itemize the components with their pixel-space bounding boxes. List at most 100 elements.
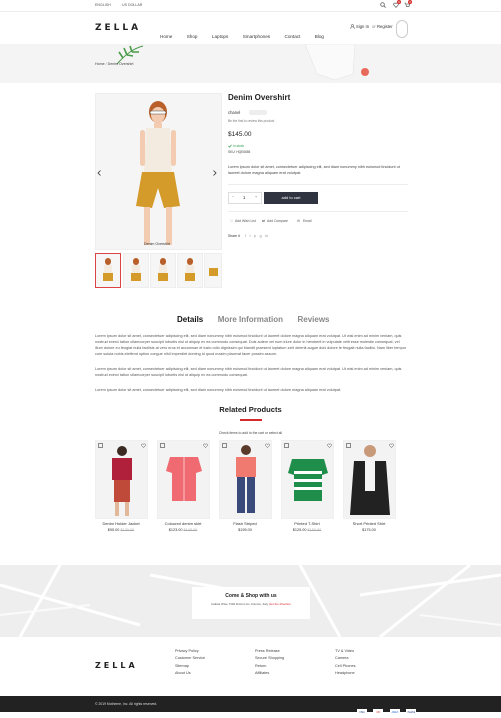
quantity-decrease[interactable]: −	[232, 195, 234, 199]
nav-item-laptops[interactable]: Laptops	[212, 34, 228, 39]
product-brand[interactable]: chanel	[228, 110, 240, 115]
check-items-text: Check items to add to the cart or select…	[0, 431, 501, 435]
main-header: ZELLA Home Shop Laptops Smartphones Cont…	[0, 11, 501, 44]
heart-icon[interactable]	[265, 443, 270, 448]
product-card-image-1[interactable]	[95, 440, 148, 519]
heart-icon[interactable]: ♡	[230, 219, 233, 223]
thumbnail-5[interactable]	[204, 253, 222, 288]
product-price: $145.00	[228, 131, 252, 138]
heart-icon[interactable]	[141, 443, 146, 448]
wishlist-count-badge: 0	[397, 0, 401, 4]
map-info-card: Come & Shop with us Calista Wise 7292 Di…	[192, 587, 310, 619]
footer-link[interactable]: About Us	[175, 671, 205, 675]
product-card-image-2[interactable]	[157, 440, 210, 519]
nav-item-contact[interactable]: Contact	[285, 34, 301, 39]
product-price: $195.00	[238, 528, 252, 532]
product-price: $175.00	[362, 528, 376, 532]
footer-link[interactable]: TV & Video	[335, 649, 355, 653]
thumbnail-4[interactable]	[177, 253, 203, 288]
product-price: $95.00	[107, 528, 120, 532]
product-name[interactable]: Flash Striped	[219, 521, 271, 526]
amex-icon: AMEX	[389, 709, 400, 716]
heart-icon[interactable]	[327, 443, 332, 448]
thumbnail-3[interactable]	[150, 253, 176, 288]
footer-link[interactable]: Secure Shopping	[255, 656, 284, 660]
add-compare-link[interactable]: Add Compare	[267, 219, 288, 223]
product-select-checkbox[interactable]	[346, 443, 351, 448]
footer-link[interactable]: Affiliates	[255, 671, 284, 675]
email-link[interactable]: Email	[303, 219, 311, 223]
footer-link[interactable]: Privacy Policy	[175, 649, 205, 653]
linkedin-icon[interactable]: in	[265, 233, 268, 238]
footer-link[interactable]: Press Release	[255, 649, 284, 653]
pinterest-icon[interactable]: p	[254, 233, 256, 238]
heart-icon[interactable]	[203, 443, 208, 448]
product-name[interactable]: Short Printed Shirt	[343, 521, 395, 526]
signin-link[interactable]: Sign In	[356, 24, 369, 29]
store-map[interactable]: Come & Shop with us Calista Wise 7292 Di…	[0, 565, 501, 637]
logo[interactable]: ZELLA	[95, 23, 141, 33]
product-main-image[interactable]: Denim Overshirt	[95, 93, 222, 250]
register-link[interactable]: Register	[377, 24, 393, 29]
product-sku: SKU: HQE6655	[228, 150, 251, 154]
quantity-increase[interactable]: +	[255, 195, 257, 199]
twitter-icon[interactable]: t	[249, 233, 250, 238]
add-to-cart-button[interactable]: add to cart	[264, 192, 318, 204]
product-name[interactable]: Printed T-Shirt	[281, 521, 333, 526]
chevron-left-icon[interactable]	[97, 170, 102, 176]
breadcrumb-home[interactable]: Home	[95, 62, 105, 66]
footer-logo[interactable]: ZELLA	[95, 661, 138, 670]
email-icon[interactable]: ✉	[297, 219, 300, 223]
map-card-title: Come & Shop with us	[225, 593, 277, 599]
footer-link[interactable]: Headphone	[335, 671, 355, 675]
tab-more-information[interactable]: More Information	[218, 315, 283, 324]
product-select-checkbox[interactable]	[160, 443, 165, 448]
product-title: Denim Overshirt	[228, 93, 291, 102]
product-card-image-4[interactable]	[281, 440, 334, 519]
thumbnail-1[interactable]	[95, 253, 121, 288]
nav-item-blog[interactable]: Blog	[315, 34, 324, 39]
product-price: $125.00	[292, 528, 307, 532]
product-name[interactable]: Denim Holder Jacket	[95, 521, 147, 526]
details-paragraph-2: Lorem ipsum dolor sit amet, consectetuer…	[95, 367, 402, 377]
review-prompt[interactable]: Be the first to review this product	[228, 119, 274, 123]
product-select-checkbox[interactable]	[98, 443, 103, 448]
footer-link[interactable]: Sitemap	[175, 664, 205, 668]
chevron-right-icon[interactable]	[212, 170, 217, 176]
google-plus-icon[interactable]: g	[260, 233, 262, 238]
facebook-icon[interactable]: f	[245, 233, 246, 238]
tab-details[interactable]: Details	[177, 315, 203, 324]
paypal-icon: PayPal	[406, 709, 417, 716]
quantity-value[interactable]: 1	[243, 195, 245, 200]
check-icon	[228, 144, 232, 148]
details-paragraph-1: Lorem ipsum dolor sit amet, consectetuer…	[95, 334, 407, 356]
heart-icon[interactable]	[389, 443, 394, 448]
user-icon	[350, 24, 355, 29]
tab-reviews[interactable]: Reviews	[297, 315, 329, 324]
search-icon[interactable]	[380, 2, 386, 8]
nav-item-home[interactable]: Home	[160, 34, 172, 39]
product-card-image-3[interactable]	[219, 440, 272, 519]
directions-link[interactable]: Get the direction	[269, 602, 291, 606]
footer-link[interactable]: Return	[255, 664, 284, 668]
language-select[interactable]: ENGLISH	[95, 3, 111, 7]
product-card-image-5[interactable]	[343, 440, 396, 519]
nav-item-smartphones[interactable]: Smartphones	[243, 34, 270, 39]
currency-select[interactable]: US DOLLAR	[122, 3, 142, 7]
footer-link[interactable]: Customer Service	[175, 656, 205, 660]
nav-item-shop[interactable]: Shop	[187, 34, 198, 39]
footer-link[interactable]: Camera	[335, 656, 355, 660]
product-select-checkbox[interactable]	[284, 443, 289, 448]
visa-icon: VISA	[357, 709, 367, 716]
add-wishlist-link[interactable]: Add Wish List	[235, 219, 256, 223]
compare-icon[interactable]: ⇄	[262, 219, 265, 223]
product-select-checkbox[interactable]	[222, 443, 227, 448]
mini-cart-toggle[interactable]	[396, 20, 408, 38]
footer-column-1: Privacy Policy Customer Service Sitemap …	[175, 649, 205, 678]
quantity-stepper[interactable]: − 1 +	[228, 192, 262, 204]
select-all-link[interactable]: select all	[269, 431, 282, 435]
footer-column-2: Press Release Secure Shopping Return Aff…	[255, 649, 284, 678]
product-name[interactable]: Coloured denim skirt	[157, 521, 209, 526]
thumbnail-2[interactable]	[123, 253, 149, 288]
footer-link[interactable]: Cell Phones	[335, 664, 355, 668]
